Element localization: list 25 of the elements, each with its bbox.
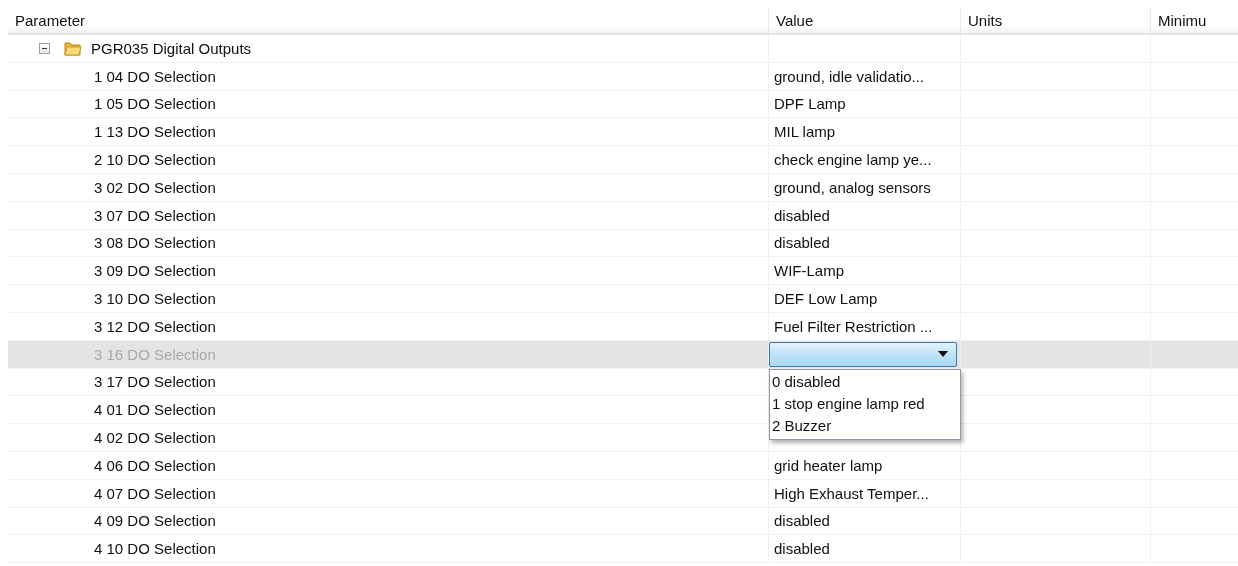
value-cell[interactable]: High Exhaust Temper...: [768, 479, 960, 508]
folder-icon: [64, 40, 82, 57]
dropdown-option[interactable]: 1 stop engine lamp red: [772, 392, 958, 415]
column-header[interactable]: Value: [768, 8, 960, 35]
value-cell[interactable]: DEF Low Lamp: [768, 285, 960, 313]
column-header[interactable]: Minimu: [1150, 8, 1238, 35]
column-header[interactable]: Units: [960, 8, 1150, 35]
dropdown-option[interactable]: 2 Buzzer: [772, 414, 958, 437]
group-label[interactable]: PGR035 Digital Outputs: [91, 39, 252, 57]
caret-icon: [938, 351, 948, 358]
value-cell[interactable]: MIL lamp: [768, 118, 960, 147]
value-cell[interactable]: WIF-Lamp: [768, 257, 960, 286]
value-cell[interactable]: Fuel Filter Restriction ...: [768, 312, 960, 341]
dropdown-field[interactable]: [769, 341, 957, 367]
value-cell[interactable]: ground, analog sensors: [768, 174, 960, 202]
value-cell[interactable]: disabled: [768, 229, 960, 258]
value-cell[interactable]: ground, idle validatio...: [768, 62, 960, 91]
collapse-icon[interactable]: [39, 42, 50, 54]
value-cell[interactable]: DPF Lamp: [768, 90, 960, 119]
value-cell[interactable]: disabled: [768, 535, 960, 564]
value-cell[interactable]: disabled: [768, 201, 960, 230]
value-cell[interactable]: check engine lamp ye...: [768, 146, 960, 174]
value-cell[interactable]: disabled: [768, 507, 960, 536]
value-cell[interactable]: grid heater lamp: [768, 451, 960, 480]
dropdown-option[interactable]: 0 disabled: [772, 370, 958, 393]
